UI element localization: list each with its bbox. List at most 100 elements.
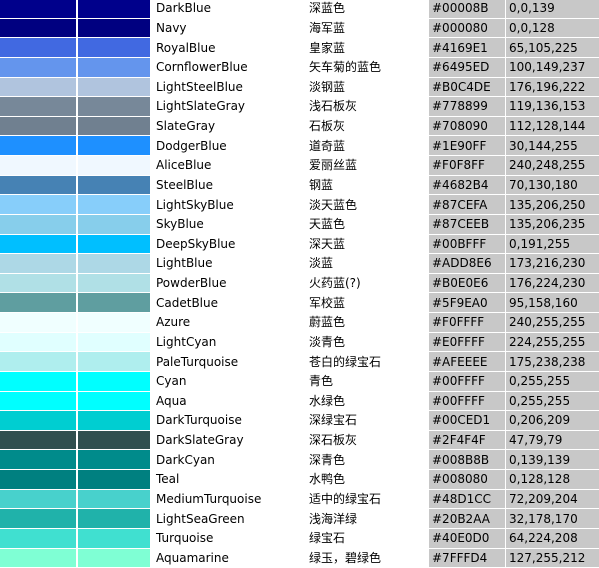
color-chinese-name: 深绿宝石 — [307, 410, 429, 431]
color-chinese-name: 淡钢蓝 — [307, 76, 429, 98]
color-hex-code: #5F9EA0 — [429, 292, 506, 313]
color-name: PaleTurquoise — [150, 351, 307, 372]
color-swatch — [0, 174, 78, 196]
color-name: LightCyan — [150, 331, 307, 353]
color-hex-code: #708090 — [429, 115, 506, 137]
color-chinese-name: 淡蓝 — [307, 253, 429, 274]
color-row: DeepSkyBlue 深天蓝 #00BFFF 0,191,255 — [0, 233, 599, 255]
color-swatch — [77, 135, 151, 156]
color-name: RoyalBlue — [150, 37, 307, 58]
color-name: SkyBlue — [150, 213, 307, 235]
color-name: PowderBlue — [150, 272, 307, 294]
color-swatch — [0, 390, 78, 412]
color-name: DarkBlue — [150, 0, 307, 19]
color-swatch — [0, 37, 78, 58]
color-name: LightBlue — [150, 253, 307, 274]
color-chinese-name: 适中的绿宝石 — [307, 488, 429, 510]
color-hex-code: #00FFFF — [429, 390, 506, 412]
color-name: SlateGray — [150, 115, 307, 137]
color-swatch — [77, 331, 151, 353]
color-chinese-name: 水绿色 — [307, 390, 429, 412]
color-hex-code: #B0C4DE — [429, 76, 506, 98]
color-swatch — [77, 390, 151, 412]
color-swatch — [77, 17, 151, 39]
color-hex-code: #4682B4 — [429, 174, 506, 196]
color-name: LightSeaGreen — [150, 508, 307, 529]
color-name: DarkCyan — [150, 449, 307, 470]
color-row: Teal 水鸭色 #008080 0,128,128 — [0, 469, 599, 490]
color-chinese-name: 浅石板灰 — [307, 96, 429, 117]
color-name: DodgerBlue — [150, 135, 307, 156]
color-swatch — [77, 213, 151, 235]
color-rgb-value: 100,149,237 — [505, 56, 599, 78]
color-hex-code: #F0F8FF — [429, 155, 506, 176]
color-row: RoyalBlue 皇家蓝 #4169E1 65,105,225 — [0, 37, 599, 58]
color-chinese-name: 爱丽丝蓝 — [307, 155, 429, 176]
color-row: LightSeaGreen 浅海洋绿 #20B2AA 32,178,170 — [0, 508, 599, 529]
color-hex-code: #B0E0E6 — [429, 272, 506, 294]
color-name: DeepSkyBlue — [150, 233, 307, 255]
color-name: MediumTurquoise — [150, 488, 307, 510]
color-swatch — [77, 429, 151, 451]
color-name: Turquoise — [150, 527, 307, 549]
color-rgb-value: 112,128,144 — [505, 115, 599, 137]
color-swatch — [77, 76, 151, 98]
color-row: PowderBlue 火药蓝(?) #B0E0E6 176,224,230 — [0, 272, 599, 294]
color-rgb-value: 0,128,128 — [505, 469, 599, 490]
color-name: Azure — [150, 312, 307, 333]
color-swatch — [0, 155, 78, 176]
color-swatch — [0, 410, 78, 431]
color-swatch — [0, 469, 78, 490]
color-row: DarkCyan 深青色 #008B8B 0,139,139 — [0, 449, 599, 470]
color-swatch — [77, 155, 151, 176]
color-swatch — [77, 292, 151, 313]
color-hex-code: #00CED1 — [429, 410, 506, 431]
color-chinese-name: 矢车菊的蓝色 — [307, 56, 429, 78]
color-row: SkyBlue 天蓝色 #87CEEB 135,206,235 — [0, 213, 599, 235]
color-rgb-value: 95,158,160 — [505, 292, 599, 313]
color-chinese-name: 苍白的绿宝石 — [307, 351, 429, 372]
color-swatch — [0, 527, 78, 549]
color-chinese-name: 水鸭色 — [307, 469, 429, 490]
color-name: Aqua — [150, 390, 307, 412]
color-hex-code: #87CEEB — [429, 213, 506, 235]
color-hex-code: #48D1CC — [429, 488, 506, 510]
color-chinese-name: 蔚蓝色 — [307, 312, 429, 333]
color-rgb-value: 224,255,255 — [505, 331, 599, 353]
color-swatch — [0, 508, 78, 529]
color-row: Navy 海军蓝 #000080 0,0,128 — [0, 17, 599, 39]
color-swatch — [0, 449, 78, 470]
color-rgb-value: 240,248,255 — [505, 155, 599, 176]
color-hex-code: #2F4F4F — [429, 429, 506, 451]
color-rgb-value: 0,191,255 — [505, 233, 599, 255]
color-name: DarkTurquoise — [150, 410, 307, 431]
color-chinese-name: 淡天蓝色 — [307, 194, 429, 215]
color-swatch — [0, 312, 78, 333]
color-name: LightSlateGray — [150, 96, 307, 117]
color-chinese-name: 皇家蓝 — [307, 37, 429, 58]
color-chinese-name: 绿玉，碧绿色 — [307, 547, 429, 568]
color-row: PaleTurquoise 苍白的绿宝石 #AFEEEE 175,238,238 — [0, 351, 599, 372]
color-hex-code: #008B8B — [429, 449, 506, 470]
color-hex-code: #00BFFF — [429, 233, 506, 255]
color-row: LightCyan 淡青色 #E0FFFF 224,255,255 — [0, 331, 599, 353]
color-name: AliceBlue — [150, 155, 307, 176]
color-chinese-name: 深石板灰 — [307, 429, 429, 451]
color-rgb-value: 119,136,153 — [505, 96, 599, 117]
color-swatch — [77, 115, 151, 137]
color-row: CadetBlue 军校蓝 #5F9EA0 95,158,160 — [0, 292, 599, 313]
color-hex-code: #008080 — [429, 469, 506, 490]
color-swatch — [77, 410, 151, 431]
color-row: Aquamarine 绿玉，碧绿色 #7FFFD4 127,255,212 — [0, 547, 599, 568]
color-rgb-value: 47,79,79 — [505, 429, 599, 451]
color-swatch — [77, 370, 151, 392]
color-swatch — [0, 17, 78, 39]
color-row: DarkBlue 深蓝色 #00008B 0,0,139 — [0, 0, 599, 19]
color-hex-code: #20B2AA — [429, 508, 506, 529]
color-chinese-name: 淡青色 — [307, 331, 429, 353]
color-row: Aqua 水绿色 #00FFFF 0,255,255 — [0, 390, 599, 412]
color-chinese-name: 钢蓝 — [307, 174, 429, 196]
color-swatch — [0, 370, 78, 392]
color-rows: DarkBlue 深蓝色 #00008B 0,0,139 Navy 海军蓝 #000080 0… — [0, 0, 599, 568]
color-row: DarkTurquoise 深绿宝石 #00CED1 0,206,209 — [0, 410, 599, 431]
